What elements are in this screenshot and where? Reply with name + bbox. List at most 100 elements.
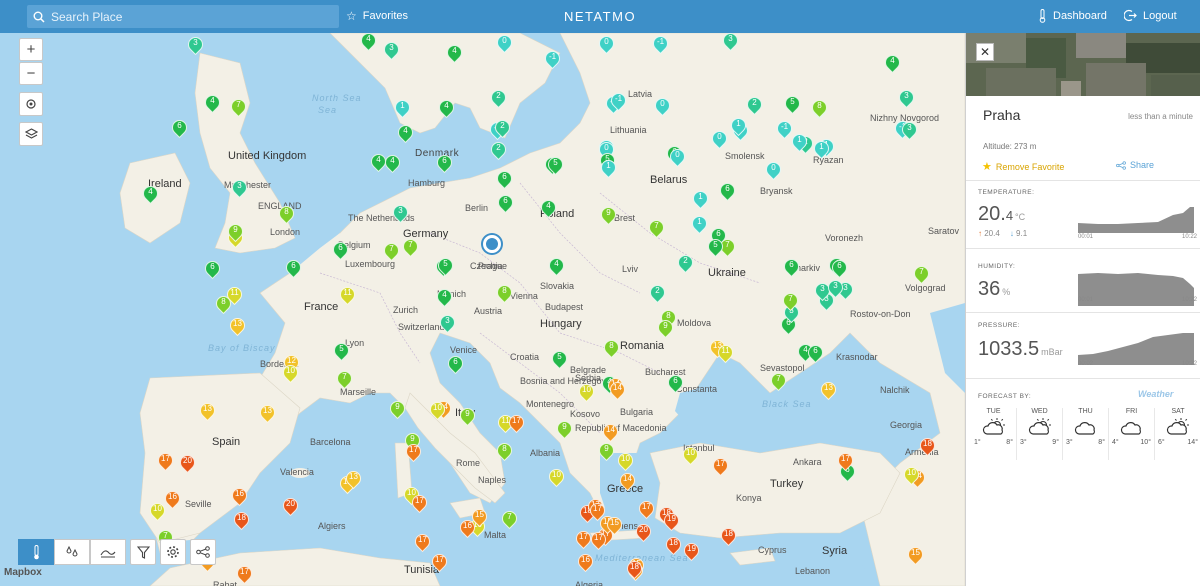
- station-marker[interactable]: 14: [606, 378, 629, 402]
- station-marker[interactable]: 10: [426, 398, 449, 422]
- station-marker[interactable]: 19: [660, 509, 683, 533]
- settings-button[interactable]: [160, 539, 186, 565]
- station-marker[interactable]: 9: [597, 203, 620, 227]
- station-marker[interactable]: 3: [184, 33, 207, 57]
- station-marker[interactable]: 6: [329, 238, 352, 262]
- station-marker[interactable]: 17: [428, 550, 451, 574]
- station-marker[interactable]: 3: [228, 176, 251, 200]
- station-marker[interactable]: 7: [333, 367, 356, 391]
- station-marker[interactable]: 4: [881, 51, 904, 75]
- station-marker[interactable]: 17: [233, 562, 256, 586]
- station-marker[interactable]: 3: [824, 276, 847, 300]
- station-marker[interactable]: 4: [545, 254, 568, 278]
- station-marker[interactable]: 6: [494, 191, 517, 215]
- station-marker[interactable]: 0: [762, 158, 785, 182]
- station-marker[interactable]: 17: [402, 440, 425, 464]
- station-marker[interactable]: 0: [595, 33, 618, 56]
- station-marker[interactable]: 9: [595, 439, 618, 463]
- station-marker[interactable]: 11: [223, 283, 246, 307]
- station-marker[interactable]: 2: [487, 138, 510, 162]
- station-marker[interactable]: 7: [767, 369, 790, 393]
- station-marker[interactable]: 0: [708, 127, 731, 151]
- station-marker[interactable]: 19: [680, 539, 703, 563]
- station-marker[interactable]: 4: [433, 285, 456, 309]
- station-marker[interactable]: 11: [336, 283, 359, 307]
- station-marker[interactable]: 10: [575, 380, 598, 404]
- station-marker[interactable]: 4: [537, 196, 560, 220]
- station-marker[interactable]: 13: [226, 314, 249, 338]
- station-marker[interactable]: 20: [632, 520, 655, 544]
- station-marker[interactable]: 17: [411, 530, 434, 554]
- station-marker[interactable]: 9: [456, 404, 479, 428]
- share-map-button[interactable]: [190, 539, 216, 565]
- station-marker[interactable]: 8: [493, 281, 516, 305]
- station-marker[interactable]: 13: [817, 378, 840, 402]
- station-marker[interactable]: 1: [597, 156, 620, 180]
- station-marker[interactable]: 15: [904, 543, 927, 567]
- station-marker[interactable]: 17: [572, 527, 595, 551]
- station-marker[interactable]: 4: [357, 33, 380, 53]
- station-marker[interactable]: 7: [910, 262, 933, 286]
- station-marker[interactable]: 11: [714, 341, 737, 365]
- station-marker[interactable]: 8: [600, 336, 623, 360]
- station-marker[interactable]: 13: [196, 399, 219, 423]
- station-marker[interactable]: 6: [664, 371, 687, 395]
- station-marker[interactable]: 9: [654, 316, 677, 340]
- station-marker[interactable]: 17: [154, 449, 177, 473]
- station-marker[interactable]: 1: [391, 96, 414, 120]
- station-marker[interactable]: 9: [386, 397, 409, 421]
- dashboard-link[interactable]: Dashboard: [1039, 9, 1107, 23]
- station-marker[interactable]: 1: [689, 187, 712, 211]
- station-marker[interactable]: 7: [227, 95, 250, 119]
- station-marker[interactable]: 0: [666, 145, 689, 169]
- station-marker[interactable]: 6: [493, 167, 516, 191]
- station-marker[interactable]: 13: [256, 401, 279, 425]
- station-marker[interactable]: 3: [895, 86, 918, 110]
- station-marker[interactable]: 10: [900, 463, 923, 487]
- station-marker[interactable]: 13: [342, 467, 365, 491]
- station-marker[interactable]: 4: [139, 182, 162, 206]
- station-marker[interactable]: 6: [804, 341, 827, 365]
- station-marker[interactable]: 4: [367, 150, 390, 174]
- station-marker[interactable]: -1: [607, 89, 630, 113]
- station-marker[interactable]: 17: [505, 411, 528, 435]
- station-marker[interactable]: 7: [380, 239, 403, 263]
- station-marker[interactable]: 18: [623, 557, 646, 581]
- station-marker[interactable]: 4: [381, 151, 404, 175]
- station-marker[interactable]: 17: [834, 449, 857, 473]
- station-marker[interactable]: 9: [224, 220, 247, 244]
- station-marker[interactable]: 5: [330, 339, 353, 363]
- station-marker[interactable]: 20: [176, 451, 199, 475]
- station-marker[interactable]: 4: [435, 96, 458, 120]
- remove-favorite-button[interactable]: ★ Remove Favorite: [982, 160, 1064, 173]
- station-marker[interactable]: 7: [779, 289, 802, 313]
- station-marker[interactable]: 8: [493, 439, 516, 463]
- station-marker[interactable]: 10: [279, 361, 302, 385]
- station-marker[interactable]: 0: [493, 33, 516, 55]
- station-marker[interactable]: 18: [662, 533, 685, 557]
- station-marker[interactable]: 3: [898, 118, 921, 142]
- station-marker[interactable]: 10: [614, 449, 637, 473]
- station-marker[interactable]: 5: [548, 347, 571, 371]
- zoom-in-button[interactable]: +: [19, 38, 43, 61]
- station-marker[interactable]: 17: [709, 454, 732, 478]
- locate-button[interactable]: [19, 92, 43, 116]
- station-marker[interactable]: 15: [468, 505, 491, 529]
- wind-layer-button[interactable]: [90, 539, 126, 565]
- station-marker[interactable]: -1: [541, 47, 564, 71]
- station-marker[interactable]: 20: [279, 494, 302, 518]
- station-marker[interactable]: 3: [380, 38, 403, 62]
- station-marker[interactable]: 5: [704, 235, 727, 259]
- station-marker[interactable]: 16: [228, 484, 251, 508]
- station-marker[interactable]: 6: [444, 352, 467, 376]
- station-marker[interactable]: 14: [616, 469, 639, 493]
- selected-station-pin[interactable]: [483, 235, 501, 253]
- station-marker[interactable]: 1: [688, 212, 711, 236]
- station-marker[interactable]: 6: [716, 179, 739, 203]
- station-marker[interactable]: 6: [201, 257, 224, 281]
- station-marker[interactable]: 2: [743, 93, 766, 117]
- station-marker[interactable]: 16: [574, 550, 597, 574]
- share-button[interactable]: Share: [1116, 160, 1154, 170]
- station-marker[interactable]: 2: [491, 116, 514, 140]
- search-input[interactable]: [51, 9, 321, 24]
